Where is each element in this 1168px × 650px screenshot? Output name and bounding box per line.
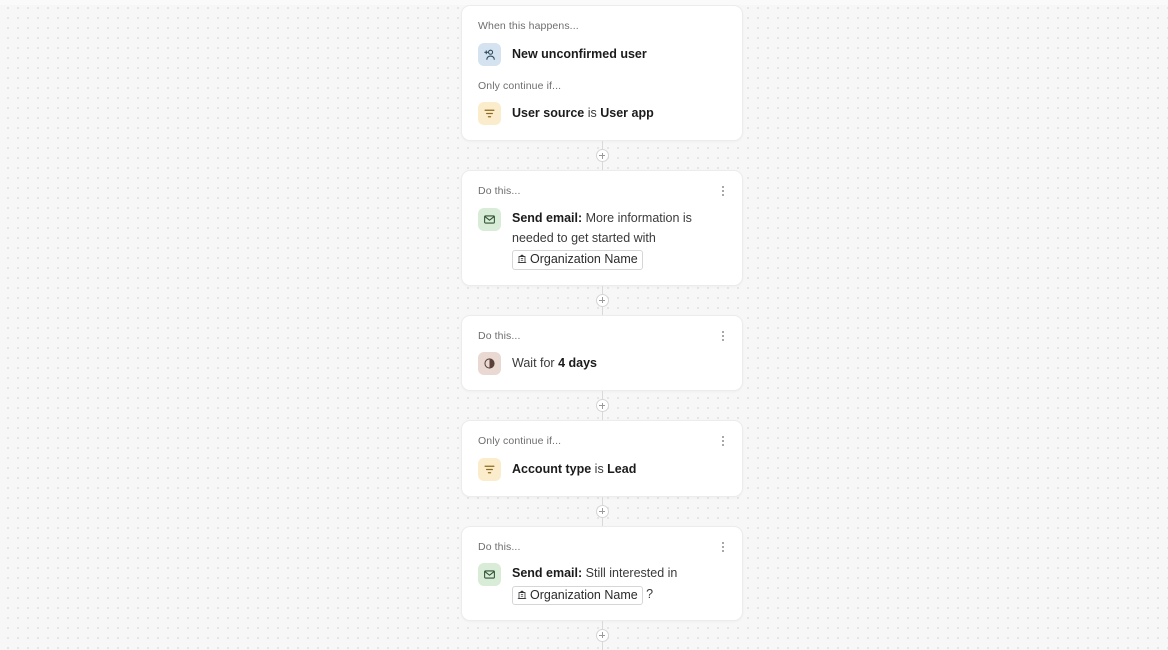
variable-token-label: Organization Name (530, 587, 638, 602)
card-overflow-menu-icon[interactable] (716, 433, 730, 449)
step-text-plain: Still interested in (582, 566, 678, 581)
card-section-label: Do this... (478, 540, 521, 553)
card-section-label: Do this... (478, 185, 521, 198)
workflow-canvas: When this happens... New unconfirmed user… (461, 5, 743, 650)
add-step-button[interactable] (595, 293, 609, 307)
step-text-emphasis: User source (512, 106, 585, 121)
flow-connector (461, 285, 743, 315)
add-step-button[interactable] (595, 504, 609, 518)
card-overflow-menu-icon[interactable] (716, 328, 730, 344)
building-icon (517, 590, 527, 600)
card-step-row: Send email: More information is needed t… (478, 207, 726, 270)
card-step-row: New unconfirmed user (478, 42, 726, 66)
card-step-row: Send email: Still interested in Organiza… (478, 562, 726, 605)
filter-icon (478, 102, 501, 126)
step-text-plain: ? (642, 586, 654, 601)
variable-token-label: Organization Name (530, 252, 638, 267)
trigger-card[interactable]: When this happens... New unconfirmed user… (461, 5, 743, 142)
step-text-emphasis: Lead (607, 461, 637, 476)
variable-token[interactable]: Organization Name (512, 585, 643, 605)
card-step-row: User source is User app (478, 101, 726, 126)
flow-connector (461, 391, 743, 421)
card-overflow-menu-icon[interactable] (716, 539, 730, 555)
step-description: Account type is Lead (512, 457, 726, 478)
step-text-emphasis: User app (600, 106, 654, 121)
step-description: New unconfirmed user (512, 42, 726, 63)
building-icon (517, 254, 527, 264)
add-step-button[interactable] (595, 399, 609, 413)
top-chrome-strip (0, 0, 1168, 5)
step-text-emphasis: Send email: (512, 566, 583, 581)
card-step-row: Account type is Lead (478, 457, 726, 481)
send-email-card-2[interactable]: Do this... Send email: Still interested i… (461, 525, 743, 621)
card-section-label: When this happens... (478, 20, 579, 32)
wait-card[interactable]: Do this... Wait for 4 days (461, 314, 743, 392)
flow-connector (461, 496, 743, 526)
variable-token[interactable]: Organization Name (512, 250, 643, 270)
step-description: Send email: More information is needed t… (512, 207, 726, 270)
step-text-emphasis: Send email: (512, 210, 583, 225)
filter-icon (478, 457, 501, 481)
send-email-card-1[interactable]: Do this... Send email: More information i… (461, 170, 743, 286)
add-step-button[interactable] (595, 149, 609, 163)
envelope-icon (478, 207, 501, 231)
step-text-emphasis: 4 days (558, 356, 597, 371)
card-overflow-menu-icon[interactable] (716, 183, 730, 199)
card-section-label: Do this... (478, 329, 521, 342)
add-step-button[interactable] (595, 628, 609, 642)
filter-card[interactable]: Only continue if... Account type is Lead (461, 420, 743, 497)
flow-connector (461, 620, 743, 650)
step-text-plain: is (584, 106, 601, 121)
card-section-label: Only continue if... (478, 79, 562, 92)
step-text-plain: is (591, 461, 608, 476)
step-description: Wait for 4 days (512, 351, 726, 372)
step-text-emphasis: Account type (512, 461, 592, 476)
envelope-icon (478, 563, 501, 587)
card-section-label: Only continue if... (478, 435, 562, 448)
flow-connector (461, 141, 743, 171)
step-text-emphasis: New unconfirmed user (512, 46, 647, 61)
card-step-row: Wait for 4 days (478, 351, 726, 376)
step-text-plain: Wait for (512, 356, 559, 371)
clock-icon (478, 352, 501, 376)
step-description: Send email: Still interested in Organiza… (512, 562, 726, 605)
person-add-icon (478, 42, 501, 66)
step-description: User source is User app (512, 101, 726, 122)
